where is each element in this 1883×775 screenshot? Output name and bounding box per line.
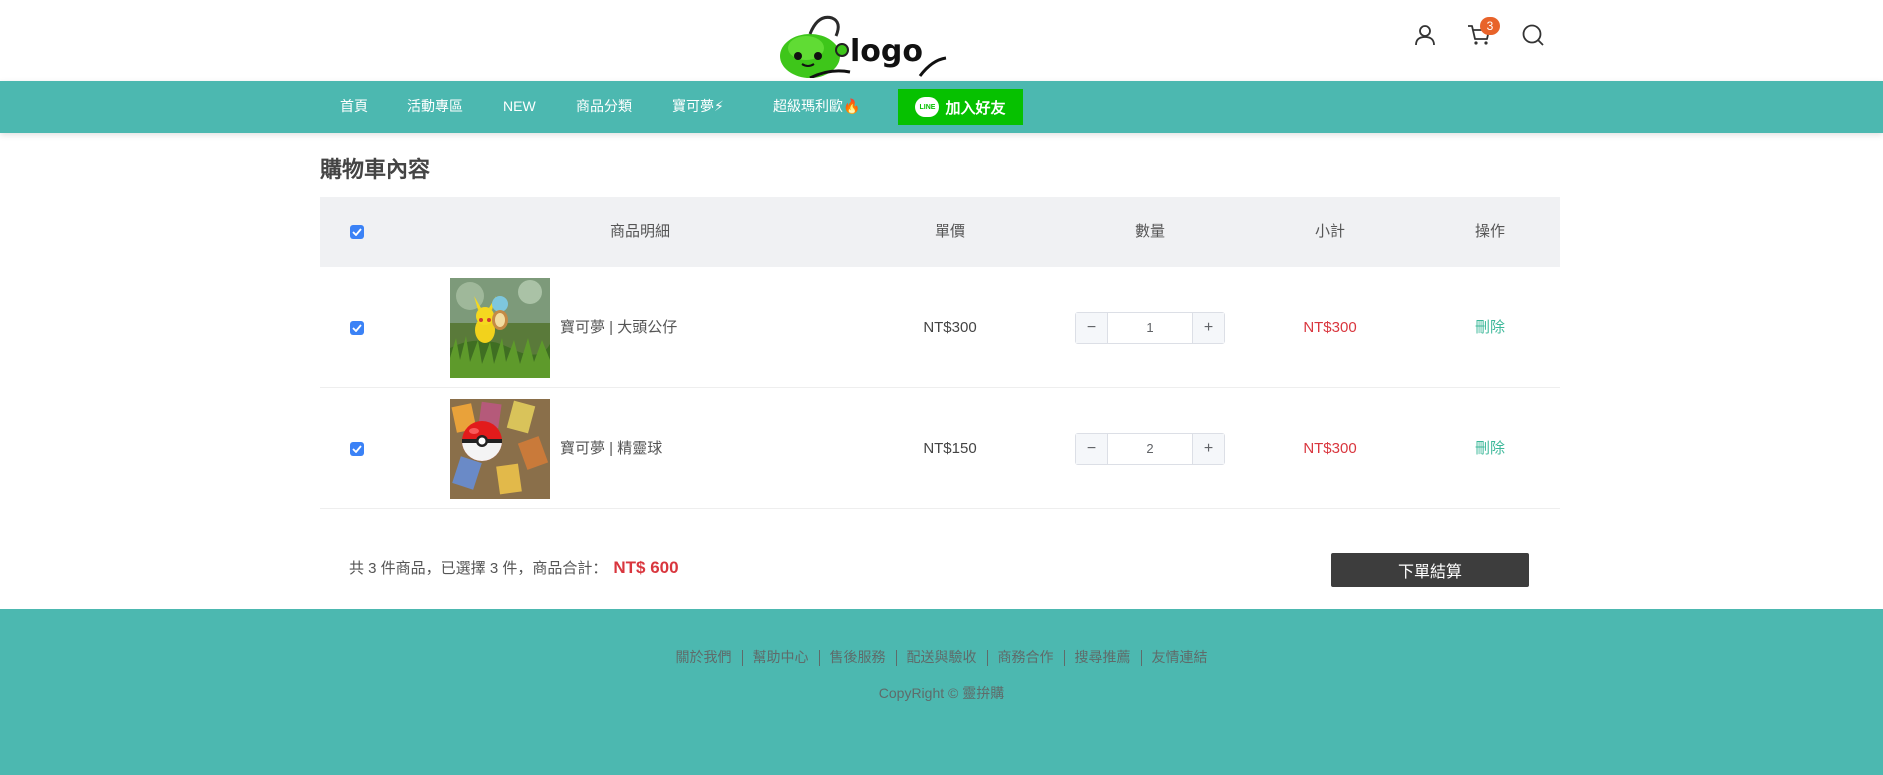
nav-item-events[interactable]: 活動專區 — [407, 81, 463, 133]
delete-item-link[interactable]: 刪除 — [1420, 267, 1560, 388]
item-subtotal: NT$300 — [1303, 440, 1357, 457]
summary-text: 共 3 件商品，已選擇 3 件，商品合計： — [349, 560, 608, 577]
site-footer: 關於我們 幫助中心 售後服務 配送與驗收 商務合作 搜尋推薦 友情連結 CopyRight … — [0, 609, 1883, 775]
column-header-actions: 操作 — [1474, 223, 1505, 240]
column-header-quantity: 數量 — [1134, 223, 1165, 240]
search-icon[interactable] — [1518, 20, 1548, 50]
nav-item-home[interactable]: 首頁 — [340, 81, 368, 133]
header-icons: 3 — [1410, 17, 1560, 50]
footer-link-search-recommend[interactable]: 搜尋推薦 — [1065, 649, 1141, 665]
cart-table-header: 商品明細 單價 數量 小計 操作 — [320, 197, 1560, 267]
cart-summary: 共 3 件商品，已選擇 3 件，商品合計： NT$ 600 — [349, 557, 679, 578]
footer-link-friends[interactable]: 友情連結 — [1142, 649, 1218, 665]
footer-links: 關於我們 幫助中心 售後服務 配送與驗收 商務合作 搜尋推薦 友情連結 — [0, 647, 1883, 667]
nav-item-pokemon[interactable]: 寶可夢⚡ — [672, 81, 724, 133]
column-header-subtotal: 小計 — [1314, 223, 1345, 240]
user-icon[interactable] — [1410, 20, 1440, 50]
unit-price: NT$300 — [923, 319, 977, 336]
nav-item-new[interactable]: NEW — [503, 81, 536, 133]
checkout-button[interactable]: 下單結算 — [1331, 553, 1529, 587]
line-button-label: 加入好友 — [945, 99, 1006, 117]
quantity-input[interactable]: 1 — [1108, 313, 1192, 343]
column-header-unit-price: 單價 — [934, 223, 965, 240]
site-header: logo 3 — [0, 0, 1883, 81]
cart-total: NT$ 600 — [613, 558, 679, 577]
logo-text: logo — [850, 34, 923, 69]
item-subtotal: NT$300 — [1303, 319, 1357, 336]
footer-link-business[interactable]: 商務合作 — [988, 649, 1064, 665]
item-checkbox[interactable] — [350, 321, 364, 335]
cart-row: 寶可夢 | 精靈球 NT$150 − 2 + NT$300 刪除 — [320, 388, 1560, 509]
decrease-quantity-button[interactable]: − — [1076, 434, 1108, 464]
footer-link-delivery[interactable]: 配送與驗收 — [897, 649, 987, 665]
decrease-quantity-button[interactable]: − — [1076, 313, 1108, 343]
line-add-friend-button[interactable]: LINE 加入好友 — [898, 89, 1023, 125]
item-checkbox[interactable] — [350, 442, 364, 456]
main-nav: 首頁 活動專區 NEW 商品分類 寶可夢⚡ 超級瑪利歐🔥 LINE 加入好友 — [0, 81, 1883, 133]
line-icon: LINE — [915, 97, 940, 117]
delete-item-link[interactable]: 刪除 — [1420, 388, 1560, 509]
select-all-checkbox[interactable] — [350, 225, 364, 239]
nav-item-mario[interactable]: 超級瑪利歐🔥 — [773, 81, 860, 133]
footer-link-about[interactable]: 關於我們 — [666, 649, 742, 665]
increase-quantity-button[interactable]: + — [1192, 313, 1224, 343]
footer-link-after-sales[interactable]: 售後服務 — [820, 649, 896, 665]
nav-item-categories[interactable]: 商品分類 — [576, 81, 632, 133]
product-image-figures[interactable] — [450, 278, 550, 378]
increase-quantity-button[interactable]: + — [1192, 434, 1224, 464]
cart-icon[interactable]: 3 — [1464, 17, 1500, 50]
product-name[interactable]: 寶可夢 | 大頭公仔 — [560, 267, 677, 388]
site-logo[interactable]: logo — [770, 12, 950, 80]
product-image-pokeball[interactable] — [450, 399, 550, 499]
unit-price: NT$150 — [923, 440, 977, 457]
quantity-stepper: − 1 + — [1075, 312, 1225, 344]
column-header-details: 商品明細 — [609, 223, 670, 240]
quantity-input[interactable]: 2 — [1108, 434, 1192, 464]
product-name[interactable]: 寶可夢 | 精靈球 — [560, 388, 662, 509]
cart-row: 寶可夢 | 大頭公仔 NT$300 − 1 + NT$300 刪除 — [320, 267, 1560, 388]
cart-count-badge: 3 — [1480, 17, 1500, 35]
quantity-stepper: − 2 + — [1075, 433, 1225, 465]
footer-link-help[interactable]: 幫助中心 — [743, 649, 819, 665]
page-title: 購物車內容 — [320, 157, 431, 182]
copyright-text: CopyRight © 靈拚購 — [878, 685, 1005, 701]
